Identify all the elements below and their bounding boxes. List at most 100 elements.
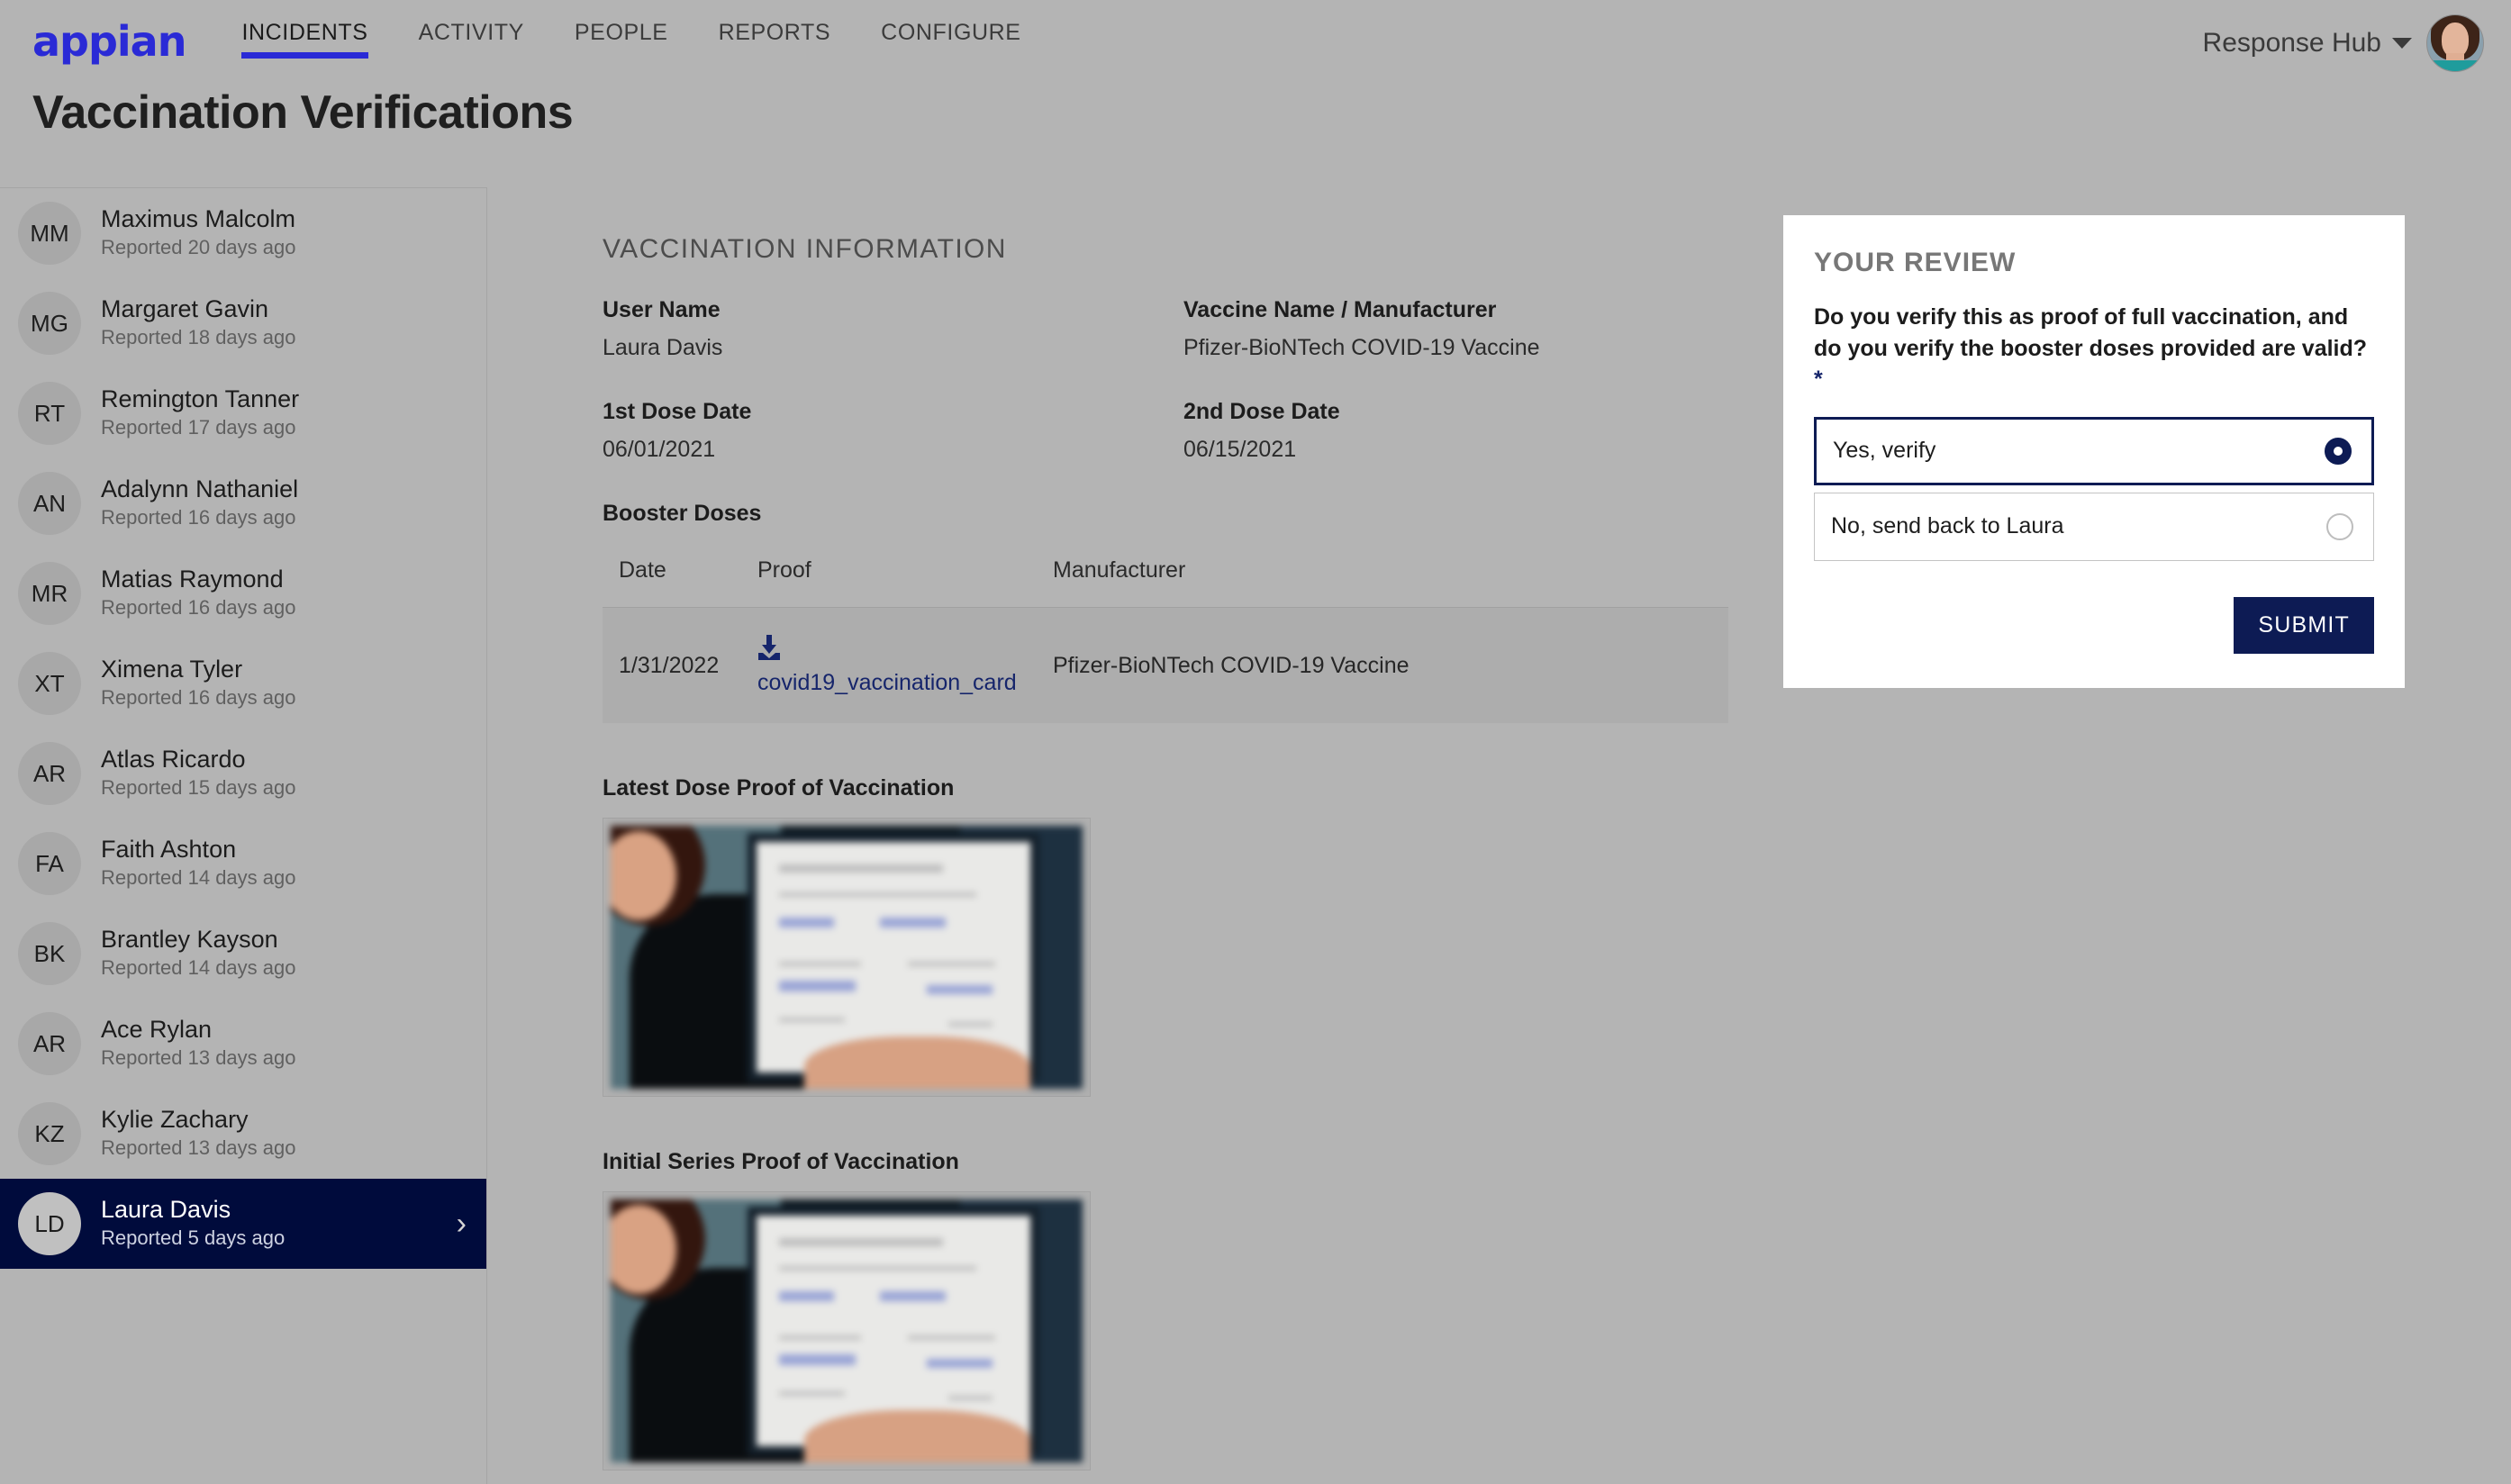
sidebar-item-name: Remington Tanner <box>101 385 300 413</box>
cell-proof: covid19_vaccination_card <box>757 608 1053 724</box>
column-header-manufacturer: Manufacturer <box>1053 557 1186 583</box>
first-dose-date-value: 06/01/2021 <box>603 437 716 462</box>
radio-option-yes-verify[interactable]: Yes, verify <box>1814 416 2374 485</box>
sidebar-item-name: Laura Davis <box>101 1196 231 1224</box>
booster-doses-table-wrapper: Date Proof Manufacturer 1/31/2022 covid1… <box>603 557 1728 723</box>
booster-doses-table: Date Proof Manufacturer 1/31/2022 covid1… <box>603 557 1728 723</box>
sidebar-item-reported: Reported 16 days ago <box>101 686 296 710</box>
nav-item-activity[interactable]: ACTIVITY <box>419 20 524 59</box>
avatar-initials: MR <box>18 562 81 625</box>
table-row: 1/31/2022 covid19_vaccination_card Pfize… <box>603 607 1728 724</box>
sidebar-item-reported: Reported 16 days ago <box>101 596 296 620</box>
user-menu-label: Response Hub <box>2202 27 2381 58</box>
vaccine-name-value: Pfizer-BioNTech COVID-19 Vaccine <box>1183 335 1540 360</box>
nav-item-configure[interactable]: CONFIGURE <box>881 20 1020 59</box>
appian-logo[interactable]: appian <box>32 21 186 62</box>
page-title: Vaccination Verifications <box>32 86 574 139</box>
nav-item-people[interactable]: PEOPLE <box>575 20 668 59</box>
sidebar-item-reported: Reported 20 days ago <box>101 236 296 259</box>
sidebar-item-reported: Reported 14 days ago <box>101 866 296 890</box>
user-avatar[interactable] <box>2426 14 2484 72</box>
radio-button-icon[interactable] <box>2325 437 2352 465</box>
submit-button[interactable]: SUBMIT <box>2234 596 2374 654</box>
sidebar-item-name: Adalynn Nathaniel <box>101 475 299 503</box>
nav-item-reports[interactable]: REPORTS <box>719 20 831 59</box>
top-navigation-bar: appian INCIDENTS ACTIVITY PEOPLE REPORTS… <box>0 0 2511 86</box>
avatar-initials: XT <box>18 652 81 715</box>
submit-row: SUBMIT <box>1814 596 2374 654</box>
vaccine-name-label: Vaccine Name / Manufacturer <box>1183 297 1497 322</box>
table-header-row: Date Proof Manufacturer <box>603 557 1728 608</box>
vaccination-card-photo <box>611 826 1083 1089</box>
latest-dose-proof-label: Latest Dose Proof of Vaccination <box>603 775 955 801</box>
sidebar-item-reported: Reported 5 days ago <box>101 1226 286 1250</box>
sidebar-item-name: Matias Raymond <box>101 566 284 593</box>
latest-dose-proof-image[interactable] <box>603 818 1091 1097</box>
main-nav: INCIDENTS ACTIVITY PEOPLE REPORTS CONFIG… <box>241 0 1071 86</box>
sidebar-item-adalynn-nathaniel[interactable]: AN Adalynn Nathaniel Reported 16 days ag… <box>0 458 486 548</box>
sidebar-item-laura-davis[interactable]: LD Laura Davis Reported 5 days ago › <box>0 1179 486 1269</box>
sidebar-item-name: Faith Ashton <box>101 836 237 864</box>
sidebar-item-reported: Reported 14 days ago <box>101 956 296 980</box>
second-dose-date-value: 06/15/2021 <box>1183 437 1297 462</box>
sidebar-item-reported: Reported 17 days ago <box>101 416 296 439</box>
proof-file-link[interactable]: covid19_vaccination_card <box>757 670 1017 696</box>
required-marker: * <box>1814 366 1823 392</box>
radio-option-no-send-back[interactable]: No, send back to Laura <box>1814 492 2374 561</box>
first-dose-date-label: 1st Dose Date <box>603 399 752 424</box>
avatar-initials: MM <box>18 202 81 265</box>
initial-series-proof-image[interactable] <box>603 1191 1091 1470</box>
chevron-down-icon <box>2392 37 2412 49</box>
sidebar-item-reported: Reported 13 days ago <box>101 1136 296 1160</box>
column-header-date: Date <box>619 557 666 583</box>
sidebar-item-reported: Reported 15 days ago <box>101 776 296 800</box>
sidebar-item-name: Ace Rylan <box>101 1016 213 1044</box>
sidebar-item-brantley-kayson[interactable]: BK Brantley Kayson Reported 14 days ago <box>0 909 486 999</box>
second-dose-date-label: 2nd Dose Date <box>1183 399 1340 424</box>
avatar-initials: AR <box>18 1012 81 1075</box>
user-name-label: User Name <box>603 297 721 322</box>
sidebar-item-reported: Reported 18 days ago <box>101 326 296 349</box>
user-name-value: Laura Davis <box>603 335 723 360</box>
chevron-right-icon: › <box>456 1207 467 1241</box>
download-icon[interactable] <box>757 635 1053 668</box>
cell-date: 1/31/2022 <box>619 652 720 678</box>
sidebar-item-name: Ximena Tyler <box>101 656 243 683</box>
avatar-initials: KZ <box>18 1102 81 1165</box>
sidebar-item-name: Margaret Gavin <box>101 295 269 323</box>
vaccination-card-photo <box>611 1199 1083 1462</box>
column-header-proof: Proof <box>757 557 811 583</box>
nav-item-incidents[interactable]: INCIDENTS <box>241 20 368 59</box>
cell-manufacturer: Pfizer-BioNTech COVID-19 Vaccine <box>1053 652 1410 678</box>
app-root: appian INCIDENTS ACTIVITY PEOPLE REPORTS… <box>0 0 2511 1484</box>
sidebar-item-margaret-gavin[interactable]: MG Margaret Gavin Reported 18 days ago <box>0 278 486 368</box>
initial-series-proof-label: Initial Series Proof of Vaccination <box>603 1149 959 1174</box>
sidebar-item-kylie-zachary[interactable]: KZ Kylie Zachary Reported 13 days ago <box>0 1089 486 1179</box>
avatar-initials: BK <box>18 922 81 985</box>
sidebar-item-ace-rylan[interactable]: AR Ace Rylan Reported 13 days ago <box>0 999 486 1089</box>
sidebar-item-reported: Reported 16 days ago <box>101 506 296 529</box>
avatar-initials: MG <box>18 292 81 355</box>
sidebar-item-name: Kylie Zachary <box>101 1106 249 1134</box>
sidebar-item-reported: Reported 13 days ago <box>101 1046 296 1070</box>
sidebar-item-name: Atlas Ricardo <box>101 746 246 774</box>
review-question: Do you verify this as proof of full vacc… <box>1814 302 2374 395</box>
avatar-initials: AR <box>18 742 81 805</box>
sidebar-item-ximena-tyler[interactable]: XT Ximena Tyler Reported 16 days ago <box>0 638 486 728</box>
radio-button-icon[interactable] <box>2326 512 2353 540</box>
incident-list-sidebar: MM Maximus Malcolm Reported 20 days ago … <box>0 187 487 1484</box>
sidebar-item-remington-tanner[interactable]: RT Remington Tanner Reported 17 days ago <box>0 368 486 458</box>
radio-option-label: Yes, verify <box>1833 438 1936 463</box>
avatar-initials: LD <box>18 1192 81 1255</box>
sidebar-item-matias-raymond[interactable]: MR Matias Raymond Reported 16 days ago <box>0 548 486 638</box>
sidebar-item-name: Brantley Kayson <box>101 926 278 954</box>
avatar-initials: RT <box>18 382 81 445</box>
vaccination-fields: User Name Vaccine Name / Manufacturer La… <box>603 297 1773 501</box>
user-menu[interactable]: Response Hub <box>2203 0 2484 86</box>
sidebar-item-faith-ashton[interactable]: FA Faith Ashton Reported 14 days ago <box>0 819 486 909</box>
review-question-text: Do you verify this as proof of full vacc… <box>1814 304 2368 361</box>
avatar-initials: FA <box>18 832 81 895</box>
sidebar-item-maximus-malcolm[interactable]: MM Maximus Malcolm Reported 20 days ago <box>0 188 486 278</box>
sidebar-item-atlas-ricardo[interactable]: AR Atlas Ricardo Reported 15 days ago <box>0 728 486 819</box>
avatar-initials: AN <box>18 472 81 535</box>
